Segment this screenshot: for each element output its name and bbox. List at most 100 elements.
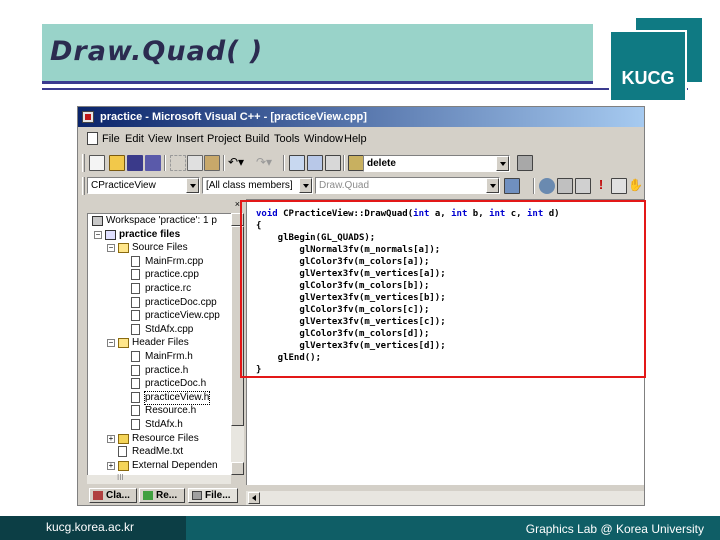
output-icon[interactable] bbox=[307, 155, 323, 171]
expand-icon[interactable]: + bbox=[107, 461, 115, 470]
member-combo[interactable]: Draw.Quad bbox=[315, 177, 500, 194]
tree-item-label: Resource Files bbox=[132, 432, 199, 444]
document-icon[interactable] bbox=[87, 132, 98, 145]
window-list-icon[interactable] bbox=[325, 155, 341, 171]
tree-item[interactable]: − Header Files bbox=[88, 337, 231, 349]
menu-window[interactable]: Window bbox=[304, 133, 343, 145]
tree-item[interactable]: + External Dependen bbox=[88, 460, 231, 472]
menu-file[interactable]: File bbox=[102, 133, 120, 145]
menu-view[interactable]: View bbox=[148, 133, 172, 145]
toolbar-grip[interactable] bbox=[82, 177, 85, 195]
file-icon bbox=[131, 283, 140, 294]
tab-fileview-label: File... bbox=[205, 490, 231, 501]
find-in-files-icon[interactable] bbox=[348, 155, 364, 171]
toolbar-separator bbox=[533, 178, 535, 194]
tab-classview-label: Cla... bbox=[106, 490, 130, 501]
tree-item[interactable]: ReadMe.txt bbox=[88, 446, 231, 458]
compile-icon[interactable] bbox=[539, 178, 555, 194]
project-icon bbox=[105, 229, 116, 240]
tree-item[interactable]: StdAfx.h bbox=[88, 419, 231, 431]
stop-build-icon[interactable] bbox=[575, 178, 591, 194]
toolbar-grip[interactable] bbox=[82, 154, 85, 172]
tree-item[interactable]: practiceDoc.cpp bbox=[88, 296, 231, 309]
app-icon[interactable] bbox=[82, 111, 94, 123]
kucg-logo: KUCG bbox=[609, 30, 687, 102]
open-folder-icon[interactable] bbox=[109, 155, 125, 171]
chevron-down-icon[interactable] bbox=[486, 178, 499, 193]
workspace-icon[interactable] bbox=[289, 155, 305, 171]
tree-item[interactable]: practiceView.h bbox=[88, 390, 231, 405]
redo-icon[interactable]: ↷▾ bbox=[256, 155, 272, 171]
tree-item[interactable]: − Source Files bbox=[88, 242, 231, 254]
build-icon[interactable] bbox=[557, 178, 573, 194]
menu-insert[interactable]: Insert bbox=[176, 133, 204, 145]
menu-tools[interactable]: Tools bbox=[274, 133, 300, 145]
tree-item-label: practiceDoc.cpp bbox=[145, 296, 217, 308]
tree-item[interactable]: + Resource Files bbox=[88, 433, 231, 445]
file-icon bbox=[131, 364, 140, 376]
execute-icon[interactable]: ! bbox=[593, 178, 609, 194]
paste-icon[interactable] bbox=[204, 155, 220, 171]
tree-item[interactable]: − practice files bbox=[88, 229, 231, 241]
cut-icon[interactable] bbox=[170, 155, 186, 171]
find-combo[interactable]: delete bbox=[363, 155, 510, 172]
tree-item[interactable]: practice.rc bbox=[88, 283, 231, 295]
breakpoint-hand-icon[interactable]: ✋ bbox=[628, 178, 644, 194]
tree-item[interactable]: practiceView.cpp bbox=[88, 310, 231, 322]
window-title-bar[interactable]: practice - Microsoft Visual C++ - [pract… bbox=[78, 107, 644, 127]
tree-item[interactable]: practiceDoc.h bbox=[88, 378, 231, 390]
class-combo[interactable]: CPracticeView bbox=[87, 177, 200, 194]
collapse-icon[interactable]: − bbox=[107, 339, 115, 348]
menu-build[interactable]: Build bbox=[245, 133, 269, 145]
scroll-down-icon[interactable] bbox=[231, 462, 244, 475]
scroll-left-icon[interactable] bbox=[248, 492, 260, 504]
tree-item-label: practiceView.cpp bbox=[145, 310, 220, 322]
workspace-panel: × Workspace 'practice': 1 p − practice fil… bbox=[87, 199, 244, 503]
toolbar-separator bbox=[283, 155, 285, 171]
menu-help[interactable]: Help bbox=[344, 133, 367, 145]
new-file-icon[interactable] bbox=[89, 155, 105, 171]
workspace-header: × bbox=[87, 199, 244, 210]
toolbar-separator bbox=[164, 155, 166, 171]
chevron-down-icon[interactable] bbox=[186, 178, 199, 193]
tree-item-label: Workspace 'practice': 1 p bbox=[106, 215, 217, 226]
tree-item[interactable]: StdAfx.cpp bbox=[88, 323, 231, 336]
folder-open-icon bbox=[118, 338, 129, 349]
tree-item[interactable]: Workspace 'practice': 1 p bbox=[88, 215, 231, 227]
tree-item[interactable]: practice.cpp bbox=[88, 269, 231, 281]
tree-horizontal-scrollbar[interactable]: III bbox=[87, 473, 231, 484]
file-icon bbox=[131, 323, 140, 335]
slide-title-bar: Draw.Quad( ) bbox=[42, 24, 593, 84]
folder-icon bbox=[118, 433, 129, 444]
expand-icon[interactable]: + bbox=[107, 434, 115, 443]
tree-item[interactable]: MainFrm.cpp bbox=[88, 255, 231, 268]
wizard-bar: CPracticeView [All class members] Draw.Q… bbox=[78, 175, 644, 197]
footer-credit: Graphics Lab @ Korea University bbox=[525, 522, 704, 536]
chevron-down-icon[interactable] bbox=[496, 156, 509, 171]
find-combo-value: delete bbox=[367, 158, 396, 169]
tree-item-label: External Dependen bbox=[132, 459, 218, 471]
copy-icon[interactable] bbox=[187, 155, 203, 171]
filter-combo[interactable]: [All class members] bbox=[202, 177, 313, 194]
tree-item[interactable]: Resource.h bbox=[88, 405, 231, 417]
menu-project[interactable]: Project bbox=[207, 133, 241, 145]
save-icon[interactable] bbox=[127, 155, 143, 171]
tree-item[interactable]: MainFrm.h bbox=[88, 351, 231, 363]
tab-classview[interactable]: Cla... bbox=[89, 488, 137, 503]
kucg-logo-text: KUCG bbox=[621, 68, 675, 88]
collapse-icon[interactable]: − bbox=[94, 230, 102, 239]
menu-edit[interactable]: Edit bbox=[125, 133, 144, 145]
fileview-icon bbox=[192, 491, 202, 500]
collapse-icon[interactable]: − bbox=[107, 244, 115, 253]
tab-resourceview[interactable]: Re... bbox=[139, 488, 185, 503]
go-icon[interactable] bbox=[611, 178, 627, 194]
tree-item[interactable]: practice.h bbox=[88, 364, 231, 377]
chevron-down-icon[interactable] bbox=[299, 178, 312, 193]
wizard-action-icon[interactable] bbox=[504, 178, 520, 194]
tab-fileview[interactable]: File... bbox=[188, 488, 238, 503]
save-all-icon[interactable] bbox=[145, 155, 161, 171]
editor-horizontal-scrollbar[interactable] bbox=[246, 491, 644, 505]
workspace-icon bbox=[92, 216, 103, 226]
undo-icon[interactable]: ↶▾ bbox=[228, 155, 244, 171]
find-icon[interactable] bbox=[517, 155, 533, 171]
